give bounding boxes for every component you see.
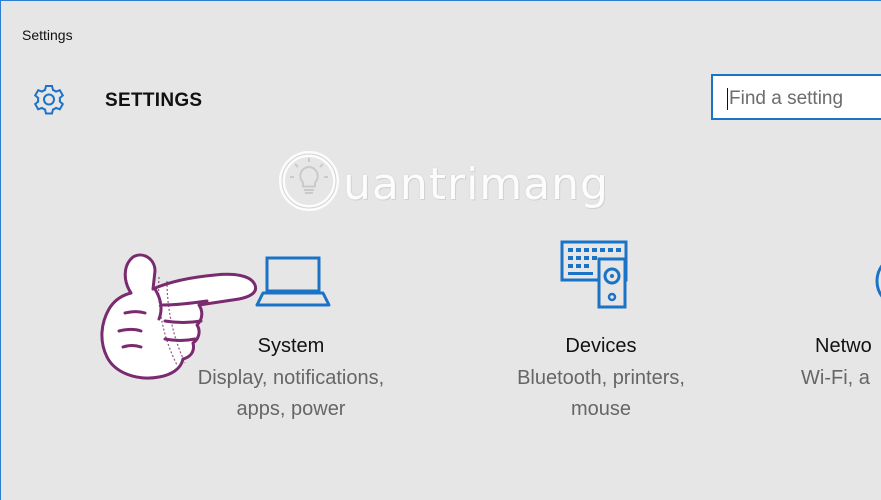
pointing-hand-icon <box>100 253 258 380</box>
search-input[interactable] <box>727 85 881 113</box>
settings-window: Settings SETTINGS uantrimang System Disp… <box>0 0 881 500</box>
search-box[interactable] <box>711 74 881 120</box>
watermark: uantrimang <box>271 143 631 223</box>
lightbulb-icon <box>279 151 339 211</box>
tile-network-name: Netwo <box>815 335 872 357</box>
gear-icon <box>33 85 65 115</box>
laptop-icon <box>255 256 331 307</box>
devices-icon <box>560 240 628 309</box>
watermark-text: uantrimang <box>343 159 609 210</box>
tile-network-desc-line1: Wi-Fi, a <box>801 367 870 389</box>
text-caret <box>727 88 728 110</box>
tile-devices-name: Devices <box>565 335 637 357</box>
tile-network[interactable]: Netwo Wi-Fi, a <box>801 237 881 431</box>
window-title: Settings <box>22 27 73 43</box>
network-icon <box>875 264 881 298</box>
tile-system-desc-line2: apps, power <box>236 398 346 420</box>
tile-devices[interactable]: Devices Bluetooth, printers, mouse <box>481 237 721 431</box>
tile-devices-desc-line1: Bluetooth, printers, <box>517 367 685 389</box>
page-title: SETTINGS <box>105 90 203 111</box>
title-bar[interactable]: Settings <box>1 1 881 57</box>
tile-devices-desc-line2: mouse <box>570 398 632 420</box>
